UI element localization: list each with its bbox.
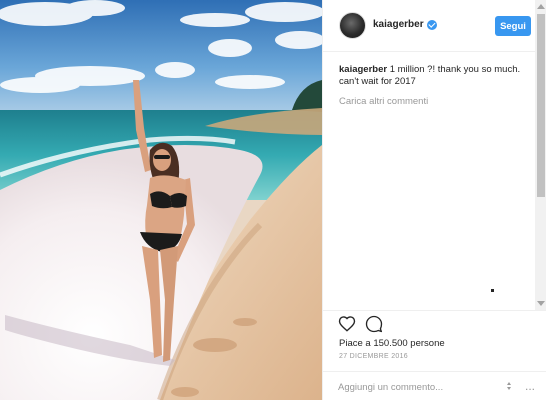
beach-photo	[0, 0, 322, 400]
speech-bubble-icon[interactable]	[365, 315, 383, 333]
scroll-up-arrow-icon[interactable]	[537, 4, 545, 9]
heart-icon[interactable]	[338, 315, 356, 333]
post-photo[interactable]	[0, 0, 322, 400]
scrollbar-thumb[interactable]	[537, 14, 545, 197]
caption-comment: kaiagerber 1 million ?! thank you so muc…	[339, 64, 531, 88]
mouse-cursor	[491, 289, 494, 292]
add-comment-bar: ...	[323, 371, 546, 400]
follow-button[interactable]: Segui	[495, 16, 531, 36]
comments-scrollbar[interactable]	[535, 0, 546, 310]
likes-count[interactable]: Piace a 150.500 persone	[339, 338, 445, 349]
avatar[interactable]	[339, 12, 366, 39]
verified-badge-icon	[426, 19, 437, 30]
post-date[interactable]: 27 DICEMBRE 2016	[339, 353, 408, 360]
post-header: kaiagerber Segui	[323, 0, 535, 52]
scroll-down-arrow-icon[interactable]	[537, 301, 545, 306]
post-actions: Piace a 150.500 persone 27 DICEMBRE 2016…	[323, 310, 546, 400]
username-text[interactable]: kaiagerber	[373, 19, 424, 30]
post-details-panel: kaiagerber Segui kaiagerber 1 million ?!…	[322, 0, 546, 400]
username-link[interactable]: kaiagerber	[373, 19, 437, 30]
comments-list: kaiagerber 1 million ?! thank you so muc…	[339, 64, 531, 107]
caption-username[interactable]: kaiagerber	[339, 64, 387, 75]
load-more-comments-link[interactable]: Carica altri commenti	[339, 96, 531, 107]
comment-input[interactable]	[338, 380, 498, 394]
resize-arrows-icon[interactable]	[504, 381, 514, 393]
more-options-icon[interactable]: ...	[524, 380, 536, 392]
